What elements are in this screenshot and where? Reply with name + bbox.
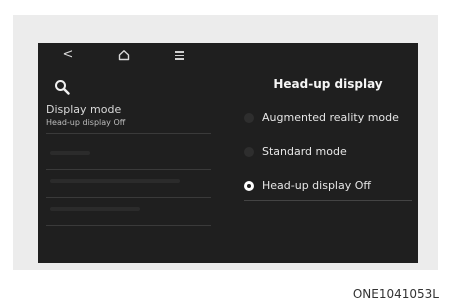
option-label: Head-up display Off: [262, 179, 371, 192]
display-mode-item[interactable]: Display mode Head-up display Off: [46, 103, 218, 133]
panel-title: Head-up display: [273, 77, 383, 91]
option-label: Standard mode: [262, 145, 347, 158]
radio-selected-icon: [244, 181, 254, 191]
list-item[interactable]: [50, 151, 90, 155]
search-button[interactable]: [54, 79, 72, 97]
display-mode-title: Display mode: [46, 103, 122, 116]
menu-icon: [169, 46, 189, 60]
display-mode-value: Head-up display Off: [46, 118, 126, 127]
figure-caption: ONE1041053L: [352, 287, 439, 301]
option-head-up-display-off[interactable]: Head-up display Off: [244, 175, 418, 199]
back-icon: <: [62, 47, 74, 62]
top-navigation-bar: <: [38, 43, 198, 67]
option-label: Augmented reality mode: [262, 111, 399, 124]
list-item[interactable]: [50, 179, 180, 183]
list-divider: [46, 133, 211, 134]
list-divider: [46, 169, 211, 170]
menu-button[interactable]: [169, 46, 189, 64]
home-button[interactable]: [114, 46, 134, 64]
back-button[interactable]: <: [58, 46, 78, 64]
settings-list: Display mode Head-up display Off: [38, 99, 218, 259]
option-standard-mode[interactable]: Standard mode: [244, 141, 418, 165]
infotainment-screen: < Display mode Head-up display Off Head-…: [38, 43, 418, 263]
home-icon: [118, 50, 130, 61]
search-icon: [55, 80, 70, 95]
head-up-display-panel: Head-up display Augmented reality mode S…: [238, 71, 418, 261]
radio-button-icon: [244, 147, 254, 157]
option-divider: [244, 200, 412, 201]
option-augmented-reality-mode[interactable]: Augmented reality mode: [244, 107, 418, 131]
list-item[interactable]: [50, 207, 140, 211]
list-divider: [46, 225, 211, 226]
list-divider: [46, 197, 211, 198]
radio-button-icon: [244, 113, 254, 123]
